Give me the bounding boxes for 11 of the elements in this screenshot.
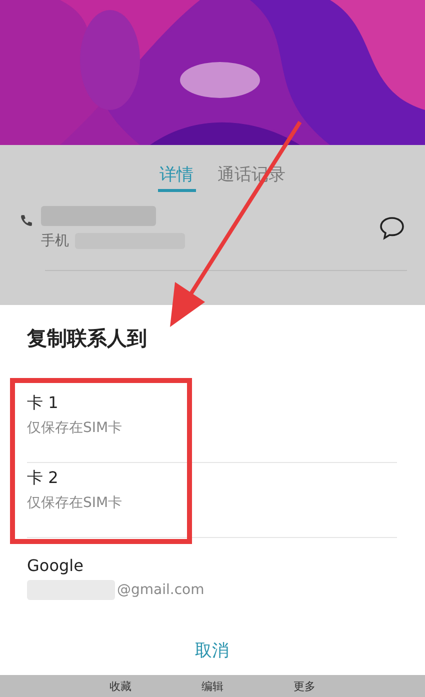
phone-icon <box>20 214 33 227</box>
account-option[interactable]: 卡 1 仅保存在SIM卡 <box>27 388 397 463</box>
bottom-bar-item[interactable]: 更多 <box>294 678 316 694</box>
bottom-bar-item[interactable]: 收藏 <box>110 678 132 694</box>
account-option[interactable]: Google @gmail.com <box>27 538 397 613</box>
bottom-bar-item[interactable]: 编辑 <box>202 678 224 694</box>
dialog-title: 复制联系人到 <box>27 325 148 352</box>
phone-type-label: 手机 <box>41 232 69 250</box>
account-option[interactable]: 卡 2 仅保存在SIM卡 <box>27 463 397 538</box>
message-icon[interactable] <box>379 216 405 240</box>
cancel-button[interactable]: 取消 <box>185 635 239 666</box>
